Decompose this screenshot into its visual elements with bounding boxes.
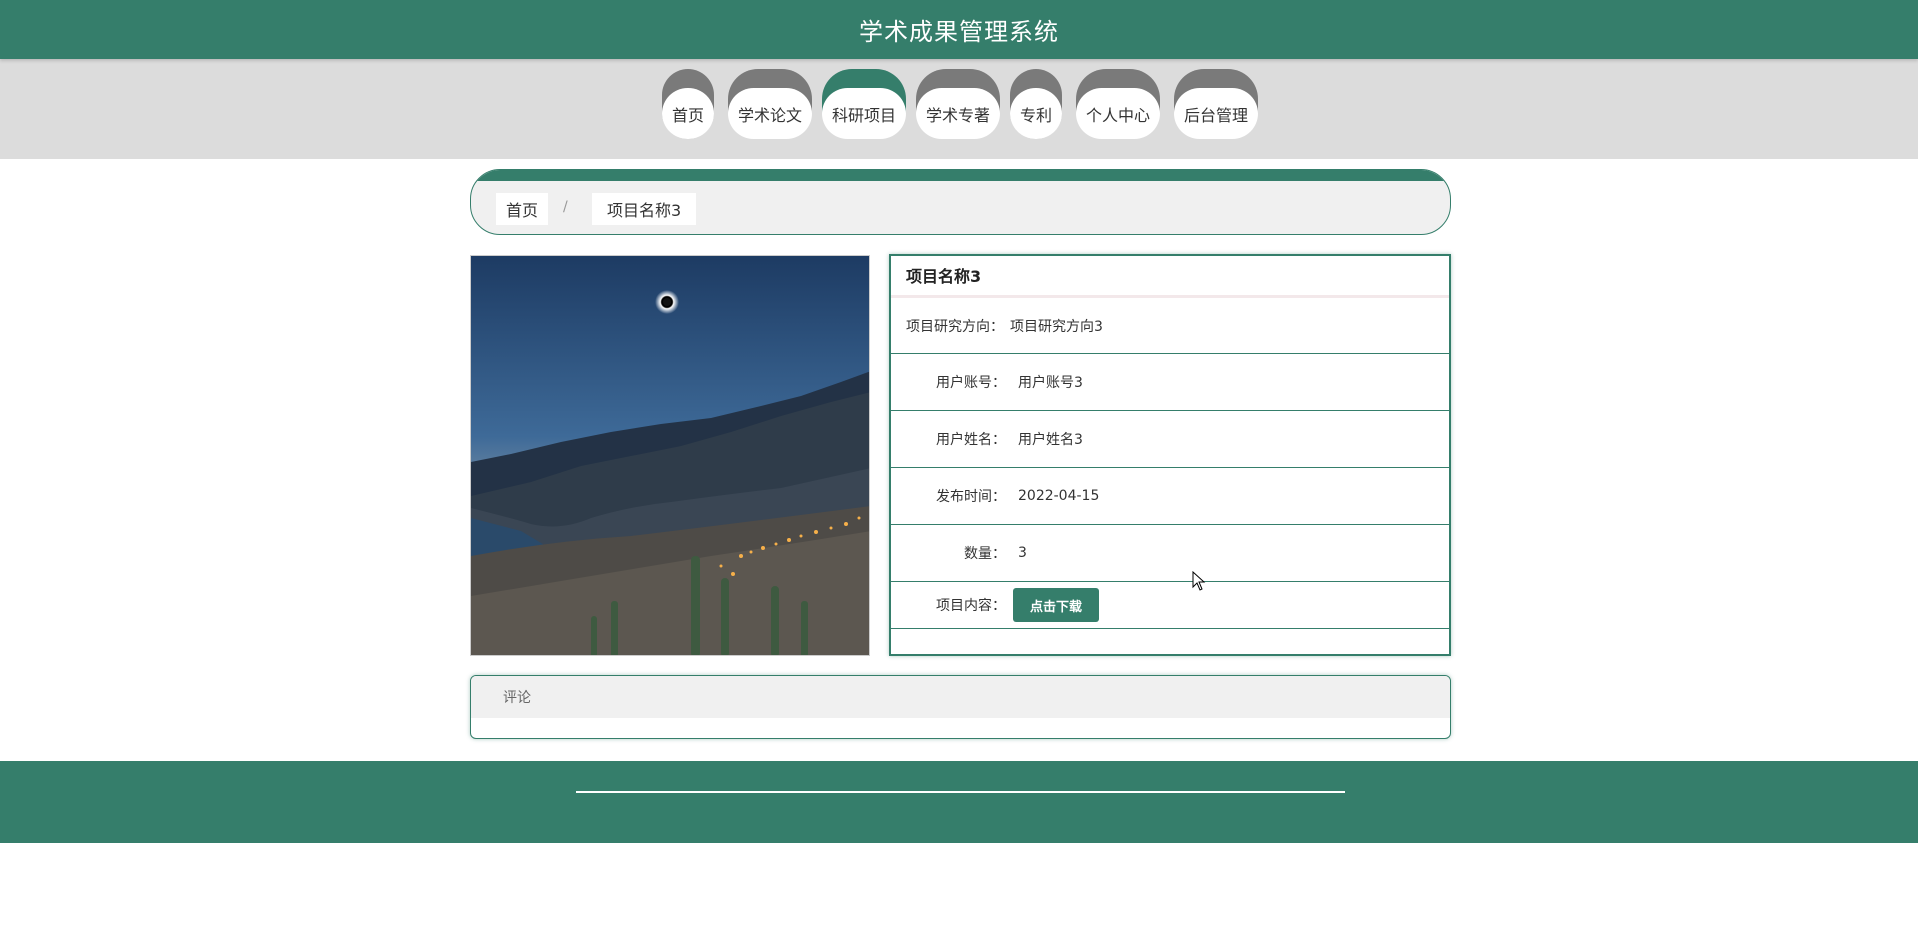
comment-title: 评论 — [471, 676, 1450, 718]
nav-item-label: 首页 — [662, 88, 714, 139]
field-label: 数量： — [964, 546, 1006, 562]
download-button[interactable]: 点击下载 — [1013, 588, 1099, 622]
top-header: 学术成果管理系统 — [0, 0, 1918, 59]
field-row-research-direction: 项目研究方向： 项目研究方向3 — [891, 298, 1449, 354]
breadcrumb-separator: / — [563, 199, 568, 215]
project-detail-panel: 项目名称3 项目研究方向： 项目研究方向3 用户账号： 用户账号3 用户姓名： … — [889, 254, 1451, 656]
comment-section: 评论 — [470, 675, 1451, 739]
nav-item-patents[interactable]: 专利 — [1010, 69, 1062, 139]
field-label: 项目研究方向： — [906, 318, 1004, 335]
field-label: 用户姓名： — [936, 432, 1006, 448]
nav-item-label: 学术专著 — [916, 88, 1000, 139]
field-row-publish-time: 发布时间： 2022-04-15 — [891, 468, 1449, 525]
field-value: 项目研究方向3 — [1010, 318, 1103, 335]
field-label: 项目内容： — [936, 598, 1006, 614]
nav-item-personal-center[interactable]: 个人中心 — [1076, 69, 1160, 139]
field-value: 用户账号3 — [1018, 375, 1083, 391]
nav-item-label: 后台管理 — [1174, 88, 1258, 139]
mouse-cursor-icon — [1192, 571, 1206, 591]
field-value: 3 — [1018, 545, 1027, 561]
project-title: 项目名称3 — [891, 256, 1449, 298]
nav-item-admin[interactable]: 后台管理 — [1174, 69, 1258, 139]
field-value: 2022-04-15 — [1018, 488, 1100, 504]
project-image — [470, 255, 870, 656]
field-value: 用户姓名3 — [1018, 432, 1083, 448]
field-row-project-content: 项目内容： 点击下载 — [891, 582, 1449, 629]
landscape-eclipse-image — [471, 256, 869, 655]
footer — [0, 761, 1918, 843]
nav-item-label: 个人中心 — [1076, 88, 1160, 139]
nav-item-label: 科研项目 — [822, 88, 906, 139]
main-nav: 首页 学术论文 科研项目 学术专著 专利 个人中心 后台管理 — [0, 59, 1918, 159]
breadcrumb: 首页 / 项目名称3 — [470, 169, 1451, 235]
field-row-user-account: 用户账号： 用户账号3 — [891, 354, 1449, 411]
field-label: 发布时间： — [936, 489, 1006, 505]
nav-item-projects[interactable]: 科研项目 — [822, 69, 906, 139]
field-row-quantity: 数量： 3 — [891, 525, 1449, 582]
breadcrumb-home-link[interactable]: 首页 — [496, 193, 549, 225]
breadcrumb-current: 项目名称3 — [592, 193, 697, 225]
nav-item-home[interactable]: 首页 — [662, 69, 714, 139]
footer-divider — [576, 791, 1345, 793]
nav-item-monographs[interactable]: 学术专著 — [916, 69, 1000, 139]
field-row-user-name: 用户姓名： 用户姓名3 — [891, 411, 1449, 468]
nav-item-label: 学术论文 — [728, 88, 812, 139]
nav-item-label: 专利 — [1010, 88, 1062, 139]
site-title: 学术成果管理系统 — [859, 18, 1059, 46]
nav-item-papers[interactable]: 学术论文 — [728, 69, 812, 139]
field-label: 用户账号： — [936, 375, 1006, 391]
